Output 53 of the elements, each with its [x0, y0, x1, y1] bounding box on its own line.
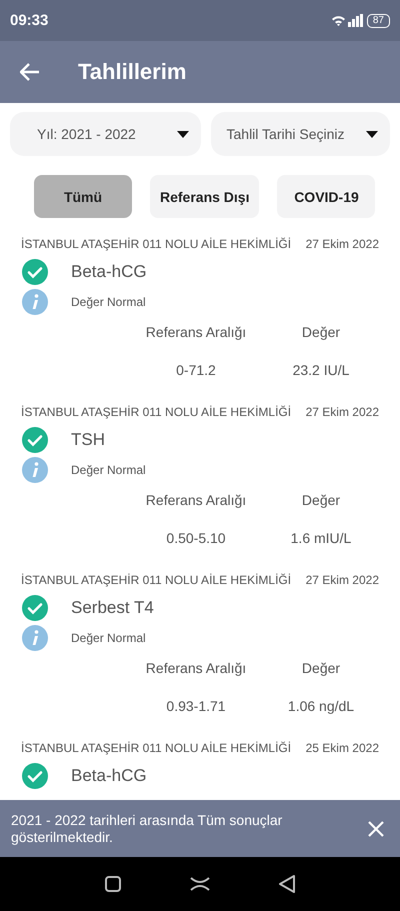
- result-date: 27 Ekim 2022: [306, 405, 379, 419]
- status-time: 09:33: [10, 12, 48, 29]
- result-value: 1.06 ng/dL: [286, 698, 356, 714]
- page-title: Tahlillerim: [78, 59, 186, 85]
- check-icon: [21, 762, 49, 790]
- check-icon: [21, 594, 49, 622]
- result-status: Değer Normal: [71, 463, 146, 477]
- battery-level: 87: [366, 14, 390, 28]
- check-icon: [21, 426, 49, 454]
- test-name: TSH: [71, 430, 105, 450]
- info-icon: [21, 456, 49, 484]
- reference-range: 0.93-1.71: [165, 698, 227, 714]
- test-name: Serbest T4: [71, 598, 154, 618]
- column-label: Değer: [300, 492, 342, 508]
- clinic-name: İSTANBUL ATAŞEHİR 011 NOLU AİLE HEKİMLİĞİ: [21, 405, 292, 419]
- filter-dropdown[interactable]: Yıl: 2021 - 2022: [10, 112, 200, 156]
- reference-range: 0.50-5.10: [165, 530, 227, 546]
- test-name: Beta-hCG: [71, 262, 147, 282]
- filter-chip[interactable]: Tümü: [34, 175, 132, 218]
- column-label: Referans Aralığı: [144, 660, 248, 676]
- reference-range: 0-71.2: [175, 362, 217, 378]
- info-icon: [21, 288, 49, 316]
- close-icon: [368, 820, 384, 836]
- column-label: Değer: [300, 324, 342, 340]
- result-status: Değer Normal: [71, 631, 146, 645]
- result-date: 27 Ekim 2022: [306, 573, 379, 587]
- result-date: 25 Ekim 2022: [306, 741, 379, 755]
- column-label: Değer: [300, 660, 342, 676]
- result-value: 23.2 IU/L: [292, 362, 350, 378]
- back-button[interactable]: [279, 875, 296, 893]
- caret-icon: [366, 130, 378, 138]
- filter-chip[interactable]: COVID-19: [277, 175, 376, 218]
- signal-icon: [348, 14, 364, 27]
- info-icon: [21, 624, 49, 652]
- recents-button[interactable]: [104, 876, 121, 892]
- column-label: Referans Aralığı: [144, 492, 248, 508]
- caret-icon: [176, 130, 188, 138]
- column-label: Referans Aralığı: [144, 324, 248, 340]
- test-name: Beta-hCG: [71, 766, 147, 786]
- clinic-name: İSTANBUL ATAŞEHİR 011 NOLU AİLE HEKİMLİĞİ: [21, 741, 292, 755]
- result-date: 27 Ekim 2022: [306, 237, 379, 251]
- snackbar-message: 2021 - 2022 tarihleri arasında Tüm sonuçlar gösterilmektedir.: [11, 812, 284, 846]
- filter-dropdown[interactable]: Tahlil Tarihi Seçiniz: [210, 112, 390, 156]
- check-icon: [21, 258, 49, 286]
- clinic-name: İSTANBUL ATAŞEHİR 011 NOLU AİLE HEKİMLİĞİ: [21, 237, 292, 251]
- filter-chip[interactable]: Referans Dışı: [150, 175, 260, 218]
- home-button[interactable]: [190, 877, 210, 891]
- wifi-icon: [332, 15, 345, 26]
- back-arrow-icon[interactable]: [20, 63, 40, 81]
- result-status: Değer Normal: [71, 295, 146, 309]
- result-value: 1.6 mIU/L: [290, 530, 352, 546]
- close-button[interactable]: [368, 820, 384, 836]
- clinic-name: İSTANBUL ATAŞEHİR 011 NOLU AİLE HEKİMLİĞİ: [21, 573, 292, 587]
